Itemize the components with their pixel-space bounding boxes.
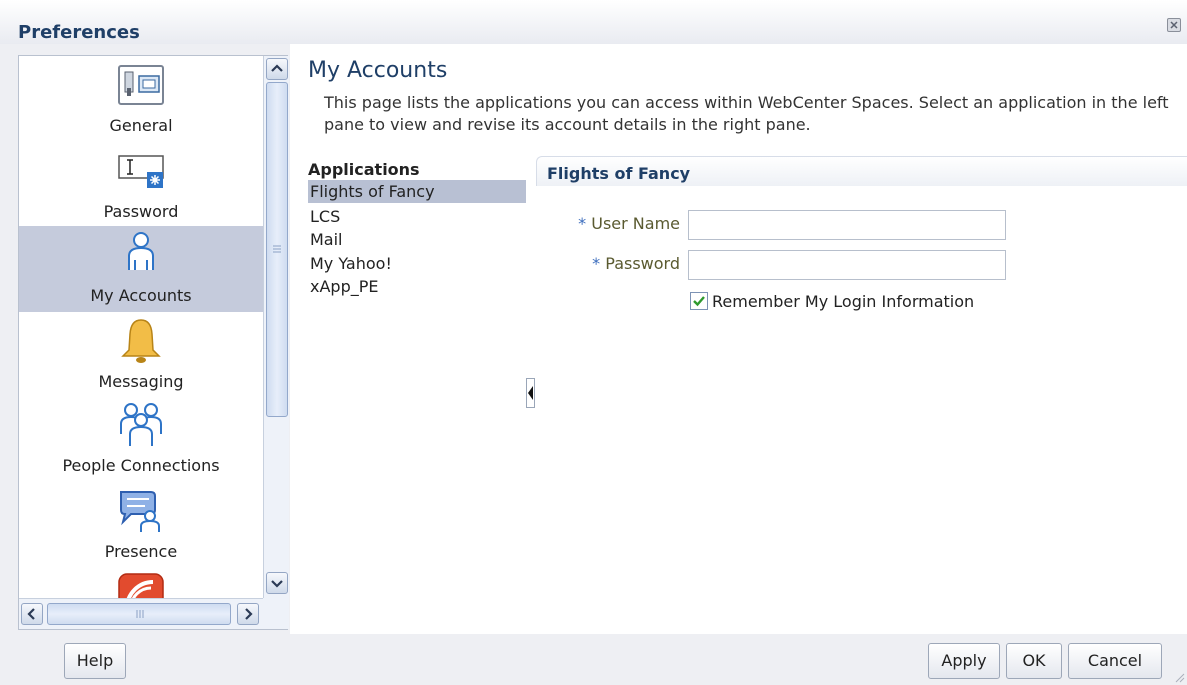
sidebar-item-label: Messaging [98,372,184,391]
sidebar-item-label: My Accounts [90,286,192,305]
user-name-label-text: User Name [591,214,680,233]
people-group-icon [120,403,162,446]
list-item-flights-of-fancy[interactable]: Flights of Fancy [308,180,526,203]
presence-chat-icon [120,491,160,532]
general-settings-icon [118,65,164,105]
scroll-left-button[interactable] [21,603,43,625]
chevron-down-icon [271,580,283,588]
ok-button[interactable]: OK [1006,643,1062,679]
nav-vertical-scrollbar[interactable] [263,56,289,598]
pane-splitter[interactable] [526,378,535,408]
sidebar-item-feeds[interactable] [19,568,263,598]
required-marker: * [592,254,601,273]
detail-title: Flights of Fancy [547,164,691,183]
password-icon [118,155,164,188]
sidebar-item-general[interactable]: General [19,56,263,142]
sidebar-item-people-connections[interactable]: People Connections [19,396,263,482]
horizontal-scroll-thumb[interactable] [47,603,231,625]
apply-button[interactable]: Apply [928,643,1000,679]
applications-header: Applications [308,160,420,179]
user-name-label: * User Name [560,214,680,233]
scroll-right-button[interactable] [237,603,259,625]
nav-horizontal-scrollbar[interactable] [19,598,263,629]
nav-list: General Password My Accounts Messaging P… [19,56,263,598]
help-button[interactable]: Help [64,643,126,679]
remember-login-checkbox[interactable] [690,292,708,310]
grip-icon [273,245,281,253]
collapse-left-icon [528,386,533,400]
resize-grip-icon[interactable] [1173,671,1185,683]
sidebar-item-label: Presence [104,542,178,561]
password-label: * Password [560,254,680,273]
detail-header: Flights of Fancy [536,156,1187,186]
password-input[interactable] [688,250,1006,280]
applications-list: Applications Flights of Fancy LCS Mail M… [306,158,528,633]
main-content: My Accounts This page lists the applicat… [290,44,1187,634]
account-detail-panel: Flights of Fancy * User Name * Password … [536,156,1187,634]
user-accounts-icon [128,232,154,270]
grip-icon [136,610,144,618]
chevron-left-icon [27,608,35,620]
sidebar-item-presence[interactable]: Presence [19,482,263,568]
list-item-my-yahoo[interactable]: My Yahoo! [308,252,526,275]
sidebar-item-password[interactable]: Password [19,142,263,228]
dialog-title: Preferences [18,22,140,43]
chevron-up-icon [271,64,283,72]
sidebar-item-label: People Connections [62,456,220,475]
checkmark-icon [693,296,705,307]
user-name-input[interactable] [688,210,1006,240]
required-marker: * [578,214,587,233]
preferences-nav-pane: General Password My Accounts Messaging P… [18,55,289,630]
remember-login-label: Remember My Login Information [712,292,975,311]
page-description: This page lists the applications you can… [324,93,1169,134]
password-label-text: Password [605,254,680,273]
vertical-scroll-thumb[interactable] [266,82,288,417]
chevron-right-icon [245,608,253,620]
sidebar-item-label: Password [103,202,179,221]
sidebar-item-my-accounts[interactable]: My Accounts [19,226,263,312]
scrollbar-corner [263,598,289,629]
preferences-dialog: Preferences General Password My Accounts… [0,0,1187,685]
bell-icon [121,319,161,363]
sidebar-item-label: General [109,116,173,135]
cancel-button[interactable]: Cancel [1068,643,1162,679]
close-icon[interactable] [1167,18,1181,32]
sidebar-item-messaging[interactable]: Messaging [19,312,263,398]
page-title: My Accounts [308,58,448,83]
list-item-mail[interactable]: Mail [308,228,526,251]
scroll-up-button[interactable] [266,58,288,80]
dialog-titlebar: Preferences [0,0,1187,44]
list-item-lcs[interactable]: LCS [308,205,526,228]
scroll-down-button[interactable] [266,572,288,594]
list-item-xapp-pe[interactable]: xApp_PE [308,275,526,298]
feed-icon [118,573,164,598]
